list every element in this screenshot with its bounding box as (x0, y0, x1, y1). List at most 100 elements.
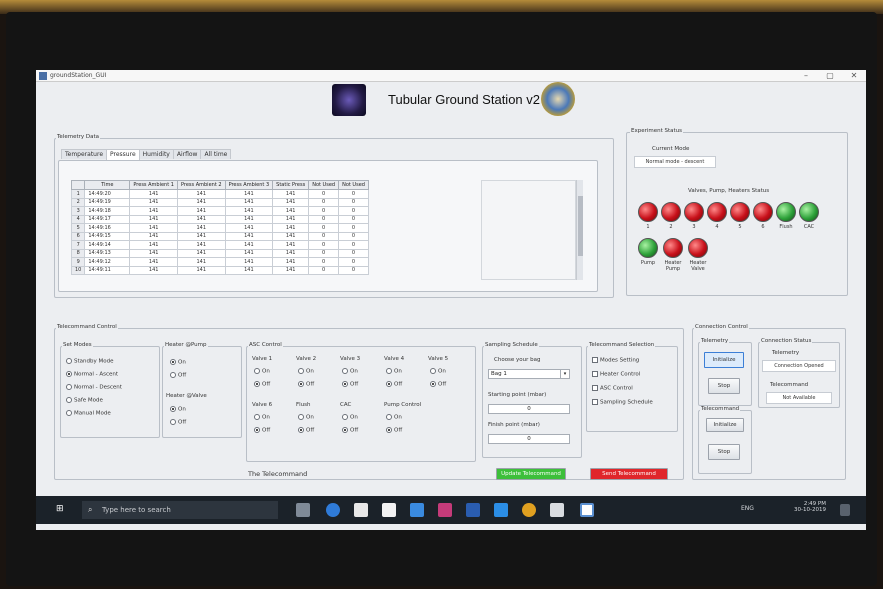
send-telecommand-button[interactable]: Send Telecommand (590, 468, 668, 480)
tab-all-time[interactable]: All time (200, 149, 232, 159)
table-cell: 141 (176, 248, 226, 258)
valve-on-radio[interactable]: On (298, 414, 314, 421)
store-icon[interactable] (382, 503, 396, 517)
selection-checkbox[interactable]: ASC Control (592, 385, 633, 392)
valve-off-radio[interactable]: Off (254, 427, 270, 434)
valve-off-radio[interactable]: Off (254, 381, 270, 388)
notifications-icon[interactable] (840, 504, 850, 516)
tab-humidity[interactable]: Humidity (138, 149, 174, 159)
valve-off-radio[interactable]: Off (386, 427, 402, 434)
windows-start-icon[interactable]: ⊞ (56, 504, 67, 515)
column-header[interactable]: Press Ambient 2 (176, 180, 226, 190)
column-header[interactable]: Static Press (272, 180, 310, 190)
mode-radio[interactable]: Normal - Ascent (66, 371, 118, 378)
table-row[interactable]: 2 14:49:19 141 141 141 141 0 0 (70, 197, 369, 207)
finish-point-input[interactable]: 0 (488, 434, 570, 444)
close-button[interactable]: ✕ (842, 70, 866, 82)
edge-browser-icon[interactable] (326, 503, 340, 517)
heater-valve-off[interactable]: Off (170, 419, 186, 426)
valve-on-radio[interactable]: On (386, 414, 402, 421)
heater-valve-on[interactable]: On (170, 406, 186, 413)
valve-off-radio[interactable]: Off (298, 381, 314, 388)
table-cell: 141 (224, 206, 274, 216)
radio-label: Off (350, 381, 359, 388)
table-row[interactable]: 4 14:49:17 141 141 141 141 0 0 (70, 214, 369, 224)
chevron-down-icon: ▾ (560, 370, 569, 378)
valve-on-radio[interactable]: On (342, 368, 358, 375)
status-led-label: 6 (761, 224, 765, 230)
desktop-app-icon[interactable] (410, 503, 424, 517)
valve-on-radio[interactable]: On (254, 414, 270, 421)
start-point-input[interactable]: 0 (488, 404, 570, 414)
column-header[interactable]: Not Used (338, 180, 369, 190)
lang-indicator[interactable]: ENG (741, 505, 754, 512)
valve-on-radio[interactable]: On (430, 368, 446, 375)
valve-off-radio[interactable]: Off (342, 427, 358, 434)
table-cell: 141 (272, 206, 310, 216)
column-header[interactable]: Not Used (308, 180, 340, 190)
telemetry-stop-button[interactable]: Stop (708, 378, 740, 394)
table-row[interactable]: 5 14:49:16 141 141 141 141 0 0 (70, 223, 369, 233)
app-title: Tubular Ground Station v2 (388, 92, 540, 107)
heater-pump-off[interactable]: Off (170, 372, 186, 379)
selection-checkbox[interactable]: Modes Setting (592, 357, 639, 364)
valve-off-radio[interactable]: Off (430, 381, 446, 388)
telemetry-connection-label: Telemetry (700, 338, 730, 344)
table-cell: 14:49:17 (84, 214, 131, 224)
valves-status-title: Valves, Pump, Heaters Status (688, 188, 770, 194)
table-cell: 0 (338, 197, 369, 207)
row-number-cell: 7 (70, 240, 86, 250)
table-row[interactable]: 1 14:49:20 141 141 141 141 0 0 (70, 189, 369, 199)
mail-icon[interactable] (354, 503, 368, 517)
app-blue-icon[interactable] (466, 503, 480, 517)
telemetry-initialize-button[interactable]: Initialize (704, 352, 744, 368)
selection-checkbox[interactable]: Heater Control (592, 371, 640, 378)
row-number-cell: 4 (70, 214, 86, 224)
table-row[interactable]: 7 14:49:14 141 141 141 141 0 0 (70, 240, 369, 250)
table-row[interactable]: 9 14:49:12 141 141 141 141 0 0 (70, 257, 369, 267)
mode-radio[interactable]: Normal - Descent (66, 384, 122, 391)
table-row[interactable]: 8 14:49:13 141 141 141 141 0 0 (70, 248, 369, 258)
column-header[interactable]: Time (84, 180, 131, 190)
update-telecommand-button[interactable]: Update Telecommand (496, 468, 566, 480)
table-scrollbar[interactable] (576, 180, 583, 280)
mode-radio[interactable]: Safe Mode (66, 397, 103, 404)
mode-radio[interactable]: Manual Mode (66, 410, 111, 417)
valve-off-radio[interactable]: Off (342, 381, 358, 388)
table-cell: 141 (272, 223, 310, 233)
table-row[interactable]: 6 14:49:15 141 141 141 141 0 0 (70, 231, 369, 241)
tray-clock[interactable]: 2:49 PM 30-10-2019 (776, 501, 826, 513)
app-grey-icon[interactable] (550, 503, 564, 517)
column-header[interactable]: Press Ambient 1 (129, 180, 178, 190)
table-row[interactable]: 3 14:49:18 141 141 141 141 0 0 (70, 206, 369, 216)
task-view-icon[interactable] (296, 503, 310, 517)
app-grid-icon[interactable] (494, 503, 508, 517)
radio-label: Off (306, 381, 315, 388)
scrollbar-thumb[interactable] (578, 196, 583, 256)
table-row[interactable]: 10 14:49:11 141 141 141 141 0 0 (70, 265, 369, 275)
mode-radio[interactable]: Standby Mode (66, 358, 113, 365)
tab-airflow[interactable]: Airflow (172, 149, 202, 159)
valve-on-radio[interactable]: On (386, 368, 402, 375)
radio-label: On (306, 368, 314, 375)
minimize-button[interactable]: – (794, 70, 818, 82)
ground-station-taskbar-icon[interactable] (580, 503, 594, 517)
app-pink-icon[interactable] (438, 503, 452, 517)
valve-off-radio[interactable]: Off (298, 427, 314, 434)
selection-checkbox[interactable]: Sampling Schedule (592, 399, 653, 406)
telecommand-initialize-button[interactable]: Initialize (706, 418, 744, 432)
taskbar-search-input[interactable]: ⌕ Type here to search (82, 501, 278, 519)
tab-temperature[interactable]: Temperature (61, 149, 108, 159)
valve-off-radio[interactable]: Off (386, 381, 402, 388)
column-header[interactable]: Press Ambient 3 (224, 180, 274, 190)
valve-on-radio[interactable]: On (342, 414, 358, 421)
telecommand-stop-button[interactable]: Stop (708, 444, 740, 460)
chrome-icon[interactable] (522, 503, 536, 517)
valve-on-radio[interactable]: On (254, 368, 270, 375)
valve-on-radio[interactable]: On (298, 368, 314, 375)
current-mode-label: Current Mode (652, 146, 690, 152)
bag-select-value: Bag 1 (491, 371, 507, 377)
maximize-button[interactable]: ▢ (818, 70, 842, 82)
heater-pump-on[interactable]: On (170, 359, 186, 366)
bag-select[interactable]: Bag 1 ▾ (488, 369, 570, 379)
